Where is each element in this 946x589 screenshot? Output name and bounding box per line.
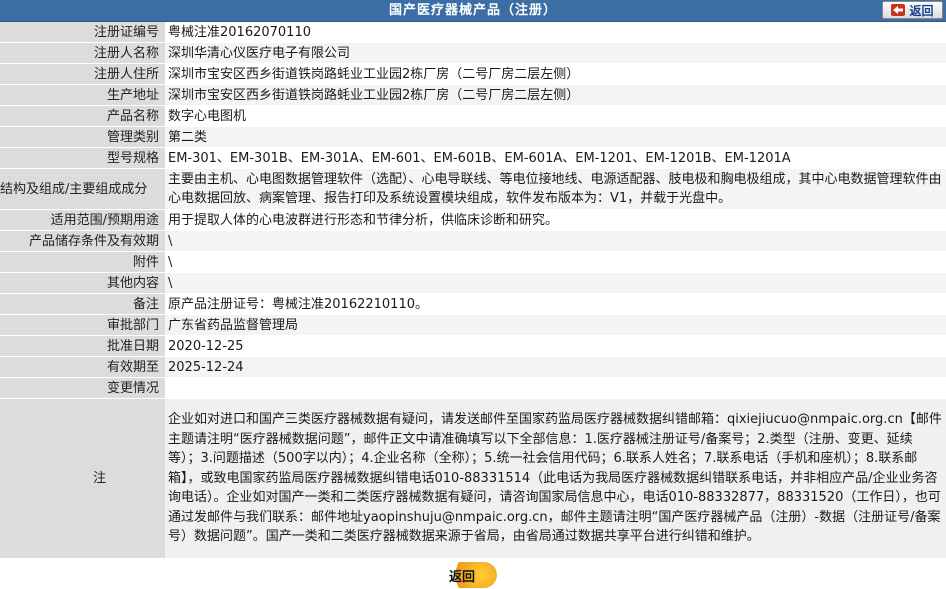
field-value: 深圳华清心仪医疗电子有限公司: [165, 42, 946, 64]
field-value: [165, 377, 946, 399]
table-row: 结构及组成/主要组成成分 主要由主机、心电图数据管理软件（选配）、心电导联线、等…: [0, 168, 946, 210]
field-label: 注册人住所: [0, 63, 165, 85]
field-label: 型号规格: [0, 147, 165, 169]
table-row: 注册证编号 粤械注准20162070110: [0, 22, 946, 43]
field-label: 注册人名称: [0, 42, 165, 64]
field-value: \: [165, 251, 946, 273]
field-label: 产品名称: [0, 105, 165, 127]
field-value: 用于提取人体的心电波群进行形态和节律分析，供临床诊断和研究。: [165, 209, 946, 231]
field-label: 生产地址: [0, 84, 165, 106]
table-row: 备注 原产品注册证号：粤械注准20162210110。: [0, 293, 946, 315]
table-row: 型号规格 EM-301、EM-301B、EM-301A、EM-601、EM-60…: [0, 147, 946, 169]
field-value: \: [165, 230, 946, 252]
back-button-bottom[interactable]: 返回: [447, 562, 497, 588]
field-value: 第二类: [165, 126, 946, 148]
field-value: 主要由主机、心电图数据管理软件（选配）、心电导联线、等电位接地线、电源适配器、肢…: [165, 168, 946, 210]
table-row: 批准日期 2020-12-25: [0, 335, 946, 357]
notice-row: 注 企业如对进口和国产三类医疗器械数据有疑问，请发送邮件至国家药监局医疗器械数据…: [0, 398, 946, 559]
table-row: 产品名称 数字心电图机: [0, 105, 946, 127]
field-label: 变更情况: [0, 377, 165, 399]
field-label: 适用范围/预期用途: [0, 209, 165, 231]
back-button-bottom-label: 返回: [449, 569, 476, 585]
notice-label: 注: [0, 398, 165, 559]
field-value: 2020-12-25: [165, 335, 946, 357]
field-label: 注册证编号: [0, 22, 165, 43]
field-value: EM-301、EM-301B、EM-301A、EM-601、EM-601B、EM…: [165, 147, 946, 169]
field-label: 有效期至: [0, 356, 165, 378]
page-title: 国产医疗器械产品（注册）: [388, 3, 557, 18]
table-row: 有效期至 2025-12-24: [0, 356, 946, 378]
table-row: 生产地址 深圳市宝安区西乡街道铁岗路蚝业工业园2栋厂房（二号厂房二层左侧）: [0, 84, 946, 106]
field-label: 附件: [0, 251, 165, 273]
field-label: 产品储存条件及有效期: [0, 230, 165, 252]
table-row: 注册人名称 深圳华清心仪医疗电子有限公司: [0, 42, 946, 64]
field-label: 审批部门: [0, 314, 165, 336]
back-arrow-icon: [891, 4, 906, 16]
field-value: 数字心电图机: [165, 105, 946, 127]
table-row: 产品储存条件及有效期 \: [0, 230, 946, 252]
title-bar: 国产医疗器械产品（注册） 返回: [0, 0, 946, 22]
table-row: 其他内容 \: [0, 272, 946, 294]
back-button-top[interactable]: 返回: [882, 1, 943, 19]
field-label: 备注: [0, 293, 165, 315]
table-row: 注册人住所 深圳市宝安区西乡街道铁岗路蚝业工业园2栋厂房（二号厂房二层左侧）: [0, 63, 946, 85]
back-button-label: 返回: [909, 3, 934, 18]
table-row: 适用范围/预期用途 用于提取人体的心电波群进行形态和节律分析，供临床诊断和研究。: [0, 209, 946, 231]
field-value: 广东省药品监督管理局: [165, 314, 946, 336]
field-label: 管理类别: [0, 126, 165, 148]
field-value: 深圳市宝安区西乡街道铁岗路蚝业工业园2栋厂房（二号厂房二层左侧）: [165, 84, 946, 106]
field-value: \: [165, 272, 946, 294]
field-value: 深圳市宝安区西乡街道铁岗路蚝业工业园2栋厂房（二号厂房二层左侧）: [165, 63, 946, 85]
field-value: 原产品注册证号：粤械注准20162210110。: [165, 293, 946, 315]
table-row: 变更情况: [0, 377, 946, 399]
table-row: 管理类别 第二类: [0, 126, 946, 148]
field-label: 结构及组成/主要组成成分: [0, 168, 165, 210]
registration-info-table: 注册证编号 粤械注准20162070110 注册人名称 深圳华清心仪医疗电子有限…: [0, 22, 946, 559]
table-row: 审批部门 广东省药品监督管理局: [0, 314, 946, 336]
table-row: 附件 \: [0, 251, 946, 273]
field-label: 批准日期: [0, 335, 165, 357]
field-value: 2025-12-24: [165, 356, 946, 378]
field-value: 粤械注准20162070110: [165, 22, 946, 43]
notice-text: 企业如对进口和国产三类医疗器械数据有疑问，请发送邮件至国家药监局医疗器械数据纠错…: [165, 398, 946, 559]
footer: 返回: [0, 559, 946, 589]
field-label: 其他内容: [0, 272, 165, 294]
